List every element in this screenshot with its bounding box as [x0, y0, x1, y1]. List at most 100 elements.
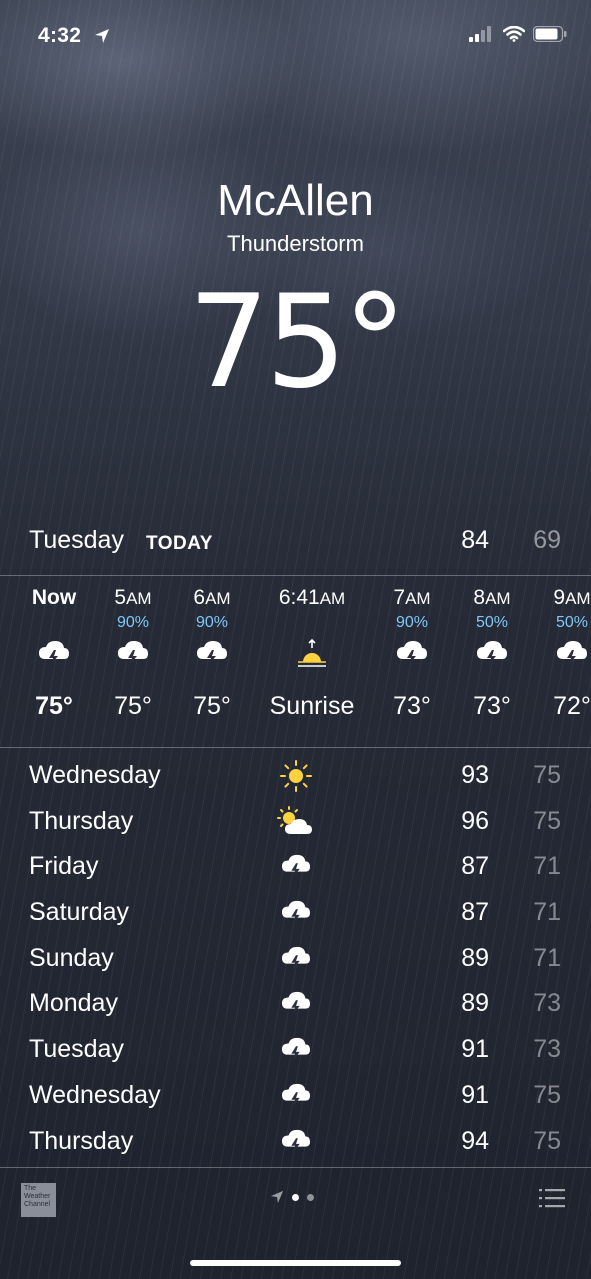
city-name: McAllen — [217, 176, 374, 225]
hour-precip: 90% — [116, 614, 150, 631]
hour-suffix: AM — [205, 589, 231, 608]
hour-item: 6AM 90% 75° — [167, 586, 257, 721]
daily-row: Wednesday 91 75 — [0, 1076, 591, 1122]
sun-icon — [280, 760, 312, 792]
day-low: 75 — [533, 1126, 561, 1155]
wifi-icon — [503, 26, 525, 42]
day-low: 75 — [533, 806, 561, 835]
hour-label: 6:41 — [278, 586, 320, 609]
hour-label: 7 — [393, 586, 406, 609]
day-low: 71 — [533, 943, 561, 972]
today-summary-row: Tuesday TODAY 84 69 — [0, 522, 591, 562]
thunderstorm-icon — [282, 1037, 310, 1062]
location-header: McAllen Thunderstorm — [0, 175, 591, 257]
today-high: 84 — [461, 526, 489, 554]
hour-precip: 90% — [395, 614, 429, 631]
daily-row: Thursday 94 75 — [0, 1122, 591, 1168]
hour-label: Now — [31, 586, 77, 609]
day-low: 75 — [533, 1080, 561, 1109]
thunderstorm-icon — [397, 641, 427, 666]
day-name: Wednesday — [29, 1080, 161, 1109]
hour-temp: 75° — [193, 692, 231, 720]
page-indicator[interactable] — [270, 1190, 314, 1204]
today-low: 69 — [533, 526, 561, 554]
day-name: Thursday — [29, 806, 134, 835]
day-high: 89 — [461, 943, 489, 972]
daily-row: Wednesday 93 75 — [0, 756, 591, 802]
day-name: Wednesday — [29, 761, 161, 789]
day-low: 73 — [533, 989, 561, 1018]
current-condition: Thunderstorm — [227, 231, 364, 256]
hour-temp: 73° — [473, 692, 511, 720]
hour-suffix: AM — [319, 589, 346, 608]
hour-item: 7AM 90% 73° — [367, 586, 457, 721]
thunderstorm-icon — [282, 855, 310, 879]
daily-row: Monday 89 73 — [0, 984, 591, 1030]
day-low: 71 — [533, 852, 561, 881]
hour-item: 6:41AM Sunrise — [252, 586, 372, 721]
daily-row: Sunday 89 71 — [0, 939, 591, 985]
hour-label: 9 — [553, 586, 566, 609]
hour-precip — [9, 612, 99, 634]
hourly-forecast[interactable]: Now 75° 5AM 90% 75° 6AM 90% 75° 6:41AM S… — [0, 586, 591, 736]
hour-item: 9AM 50% 72° — [527, 586, 591, 721]
hour-precip: 50% — [555, 614, 589, 631]
hour-label: 8 — [473, 586, 486, 609]
day-high: 93 — [461, 761, 489, 789]
divider-middle — [0, 747, 591, 748]
daily-row: Saturday 87 71 — [0, 893, 591, 939]
hour-item: 8AM 50% 73° — [447, 586, 537, 721]
day-name: Monday — [29, 989, 118, 1018]
current-temperature: 75° — [188, 268, 407, 417]
daily-forecast[interactable]: Wednesday 93 75 Thursday 96 75 Friday 87… — [0, 756, 591, 1167]
day-name: Saturday — [29, 898, 130, 927]
day-low: 75 — [533, 761, 561, 789]
battery-icon — [533, 26, 567, 42]
home-indicator[interactable] — [190, 1260, 401, 1266]
day-high: 91 — [461, 1080, 489, 1109]
cellular-signal-icon — [469, 26, 491, 42]
hour-precip: 90% — [195, 614, 229, 631]
day-high: 89 — [461, 989, 489, 1018]
page-dot[interactable] — [307, 1193, 314, 1201]
day-name: Thursday — [29, 1126, 134, 1155]
day-name: Sunday — [29, 943, 114, 972]
hour-label: 5 — [114, 586, 127, 609]
hour-precip — [252, 612, 372, 634]
thunderstorm-icon — [282, 1129, 310, 1153]
day-high: 91 — [461, 1035, 489, 1064]
thunderstorm-icon — [282, 992, 310, 1016]
day-name: Tuesday — [29, 1035, 124, 1064]
sunrise-icon — [298, 638, 326, 667]
today-tag: TODAY — [146, 533, 213, 554]
hour-label: 6 — [193, 586, 206, 609]
location-arrow-icon — [95, 29, 109, 43]
hour-temp: 72° — [553, 692, 591, 720]
thunderstorm-icon — [39, 641, 69, 666]
hour-temp: Sunrise — [269, 692, 355, 720]
hour-temp: 75° — [114, 692, 152, 720]
day-low: 73 — [533, 1035, 561, 1064]
daily-row: Friday 87 71 — [0, 847, 591, 893]
thunderstorm-icon — [282, 1083, 310, 1108]
city-list-icon[interactable] — [539, 1188, 565, 1208]
divider-bottom — [0, 1167, 591, 1168]
hour-suffix: AM — [126, 589, 152, 608]
thunderstorm-icon — [197, 641, 227, 666]
status-time: 4:32 — [38, 24, 82, 47]
status-bar: 4:32 — [0, 22, 591, 52]
day-high: 87 — [461, 898, 489, 927]
thunderstorm-icon — [118, 641, 148, 666]
divider-top — [0, 575, 591, 576]
hour-item: 5AM 90% 75° — [88, 586, 178, 721]
today-day: Tuesday — [29, 526, 124, 554]
weather-channel-logo[interactable]: The Weather Channel — [21, 1183, 56, 1217]
thunderstorm-icon — [557, 641, 587, 666]
partly-sunny-icon — [277, 805, 312, 834]
thunderstorm-icon — [477, 641, 507, 666]
day-low: 71 — [533, 898, 561, 927]
thunderstorm-icon — [282, 900, 310, 925]
hour-precip: 50% — [475, 614, 509, 631]
hour-suffix: AM — [405, 589, 431, 608]
page-dot-active[interactable] — [292, 1193, 299, 1201]
